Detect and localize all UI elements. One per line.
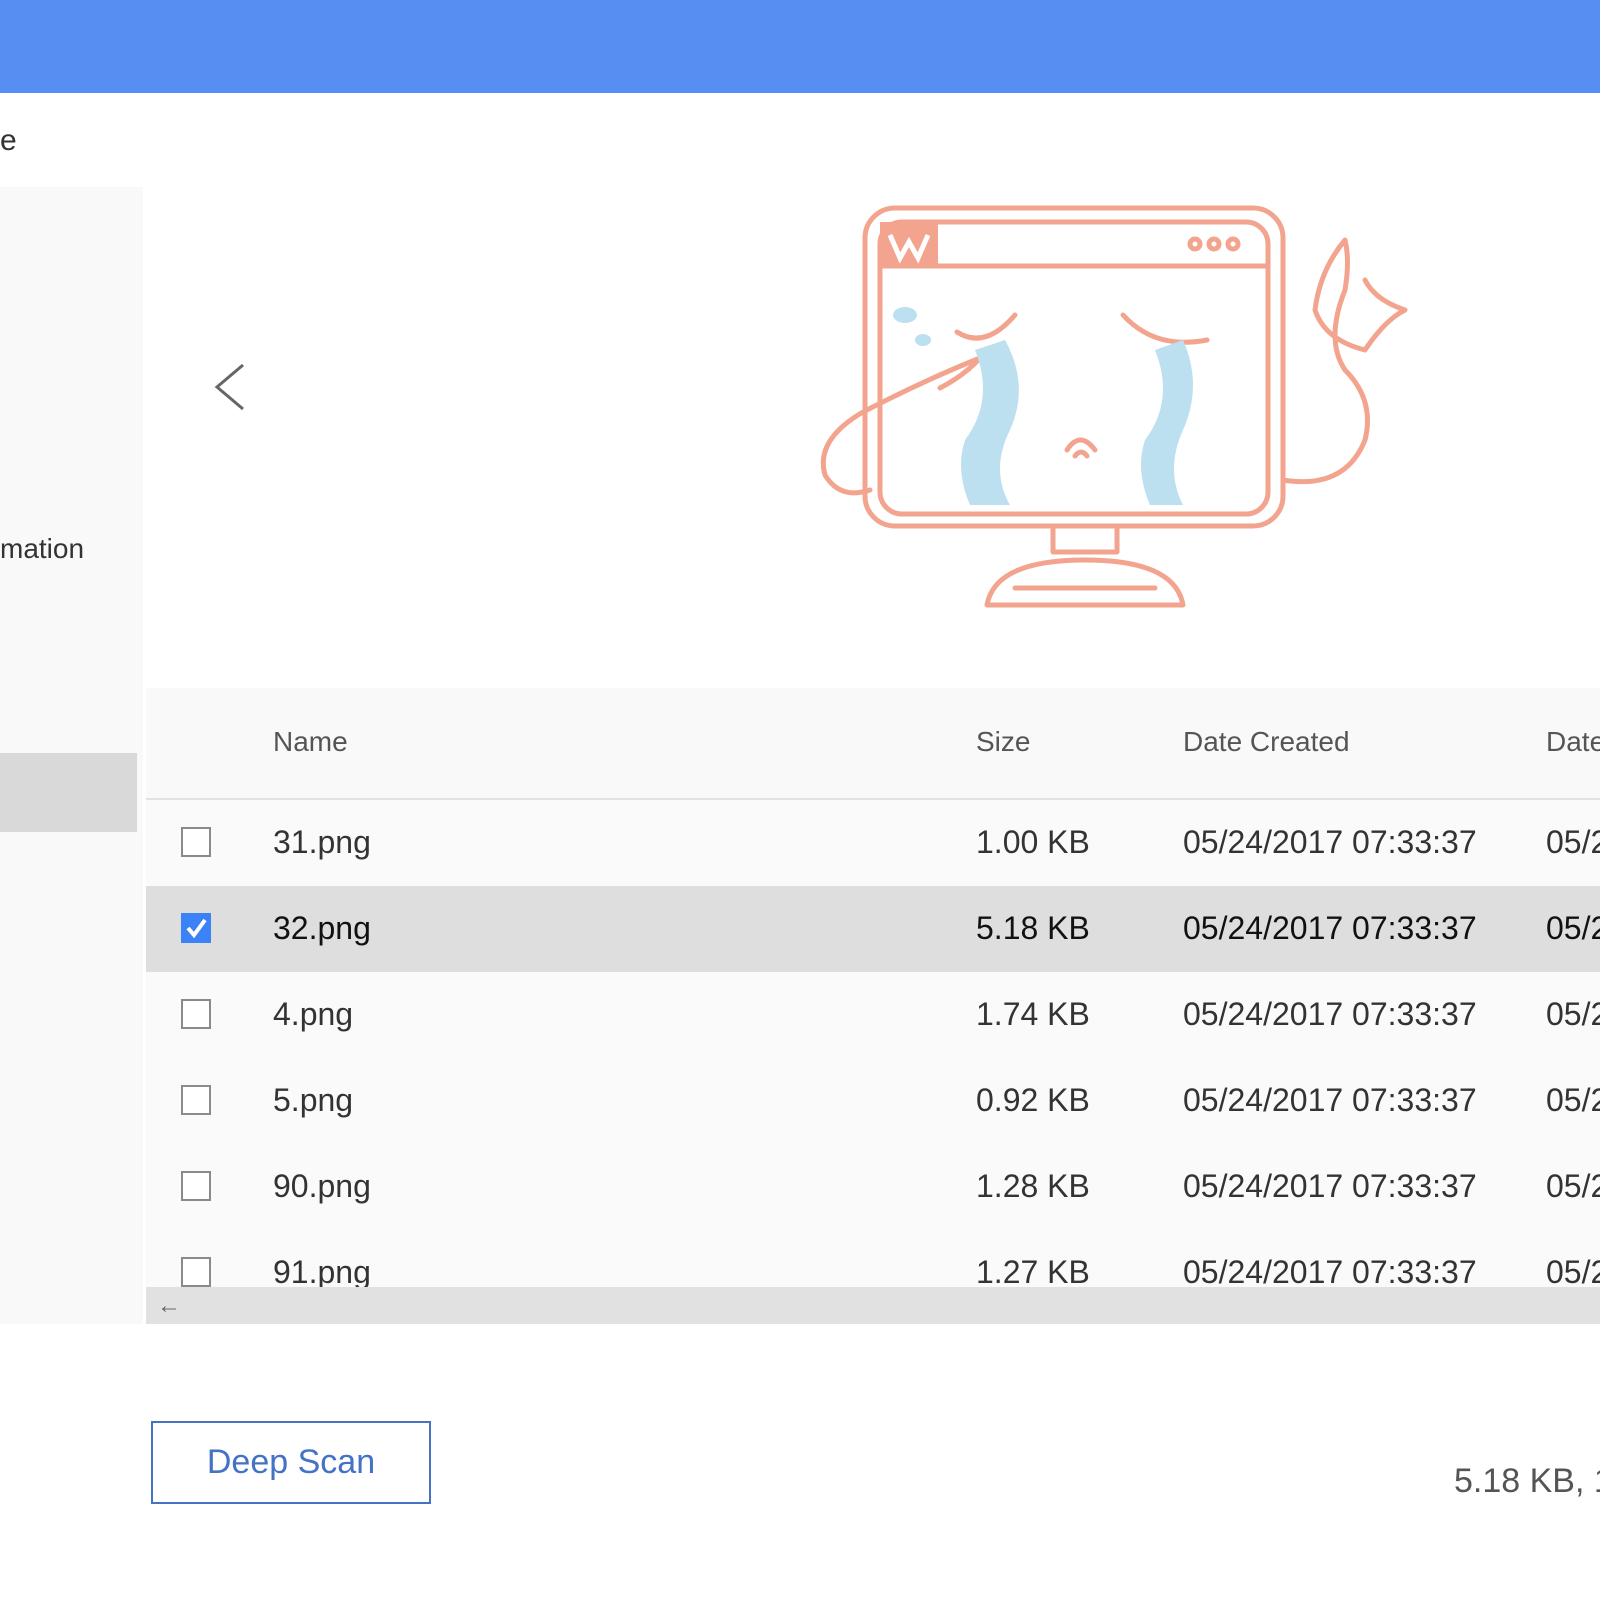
table-row[interactable]: 5.png 0.92 KB 05/24/2017 07:33:37 05/2 [146, 1058, 1600, 1146]
checkmark-icon [186, 918, 207, 939]
file-name: 90.png [273, 1168, 371, 1204]
row-checkbox[interactable] [181, 1085, 211, 1115]
row-checkbox-checked[interactable] [181, 913, 211, 943]
table-row-selected[interactable]: 32.png 5.18 KB 05/24/2017 07:33:37 05/2 [146, 886, 1600, 974]
file-name: 5.png [273, 1082, 354, 1118]
row-checkbox[interactable] [181, 1171, 211, 1201]
file-size: 1.74 KB [976, 996, 1090, 1032]
column-header-date-created[interactable]: Date Created [1183, 726, 1350, 758]
date-modified: 05/2 [1546, 910, 1600, 946]
table-header: Name Size Date Created Date [146, 688, 1600, 800]
deep-scan-button[interactable]: Deep Scan [151, 1421, 431, 1504]
file-size: 1.00 KB [976, 824, 1090, 860]
date-created: 05/24/2017 07:33:37 [1183, 996, 1477, 1032]
sidebar-item-selected[interactable] [0, 753, 137, 832]
chevron-left-icon[interactable] [205, 357, 255, 417]
file-size: 0.92 KB [976, 1082, 1090, 1118]
date-modified: 05/2 [1546, 1082, 1600, 1118]
date-modified: 05/2 [1546, 1254, 1600, 1290]
date-modified: 05/2 [1546, 996, 1600, 1032]
row-checkbox[interactable] [181, 1257, 211, 1287]
row-checkbox[interactable] [181, 827, 211, 857]
file-name: 31.png [273, 824, 371, 860]
file-size: 1.28 KB [976, 1168, 1090, 1204]
column-header-name[interactable]: Name [273, 726, 348, 758]
date-created: 05/24/2017 07:33:37 [1183, 910, 1477, 946]
file-table: Name Size Date Created Date 31.png 1.00 … [146, 688, 1600, 1324]
table-row[interactable]: 90.png 1.28 KB 05/24/2017 07:33:37 05/2 [146, 1144, 1600, 1232]
column-header-size[interactable]: Size [976, 726, 1030, 758]
row-checkbox[interactable] [181, 999, 211, 1029]
crying-monitor-illustration [805, 200, 1435, 620]
file-size: 1.27 KB [976, 1254, 1090, 1290]
selection-summary: 5.18 KB, 1 [1454, 1462, 1600, 1500]
date-created: 05/24/2017 07:33:37 [1183, 1254, 1477, 1290]
header-label: e [0, 124, 17, 157]
table-row[interactable]: 31.png 1.00 KB 05/24/2017 07:33:37 05/2 [146, 800, 1600, 888]
file-name: 4.png [273, 996, 354, 1032]
file-name: 32.png [273, 910, 371, 946]
file-name: 91.png [273, 1254, 371, 1290]
horizontal-scrollbar[interactable]: ← [146, 1287, 1600, 1324]
sidebar-item-information[interactable]: mation [0, 533, 84, 565]
date-modified: 05/2 [1546, 1168, 1600, 1204]
date-created: 05/24/2017 07:33:37 [1183, 1082, 1477, 1118]
file-size: 5.18 KB [976, 910, 1090, 946]
date-created: 05/24/2017 07:33:37 [1183, 824, 1477, 860]
date-created: 05/24/2017 07:33:37 [1183, 1168, 1477, 1204]
table-row[interactable]: 4.png 1.74 KB 05/24/2017 07:33:37 05/2 [146, 972, 1600, 1060]
scroll-left-arrow-icon[interactable]: ← [154, 1287, 184, 1324]
date-modified: 05/2 [1546, 824, 1600, 860]
column-header-date-modified[interactable]: Date [1546, 726, 1600, 758]
title-bar [0, 0, 1600, 93]
